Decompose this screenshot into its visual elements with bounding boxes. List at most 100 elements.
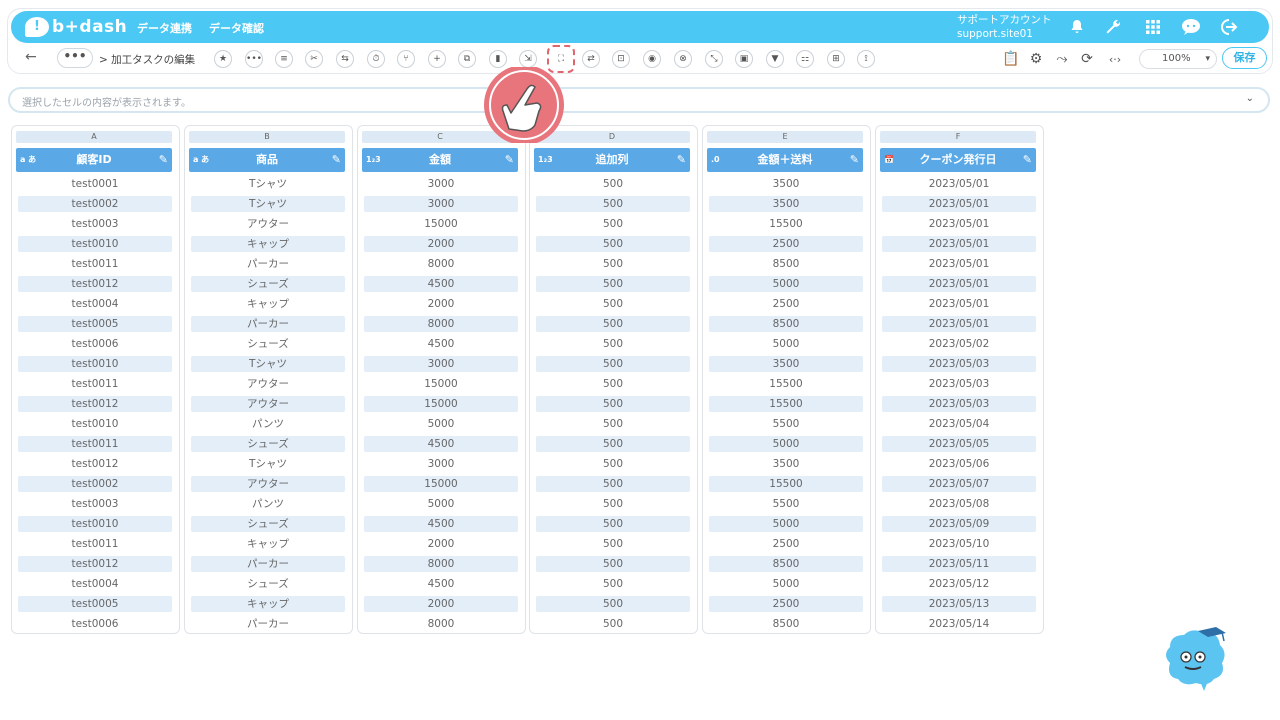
table-cell[interactable]: 15500 xyxy=(709,216,863,232)
table-cell[interactable]: test0002 xyxy=(18,196,172,212)
table-cell[interactable]: 2023/05/09 xyxy=(882,516,1036,532)
table-cell[interactable]: 5000 xyxy=(364,496,518,512)
grid-icon[interactable] xyxy=(1143,17,1163,37)
table-cell[interactable]: test0010 xyxy=(18,236,172,252)
table-cell[interactable]: 15000 xyxy=(364,396,518,412)
table-cell[interactable]: 2000 xyxy=(364,596,518,612)
table-cell[interactable]: 500 xyxy=(536,436,690,452)
table-cell[interactable]: 2000 xyxy=(364,236,518,252)
list-tool-icon[interactable]: ≡ xyxy=(275,50,293,68)
pencil-icon[interactable]: ✎ xyxy=(1023,148,1032,172)
table-cell[interactable]: パンツ xyxy=(191,496,345,512)
table-cell[interactable]: 2500 xyxy=(709,596,863,612)
table-cell[interactable]: test0006 xyxy=(18,336,172,352)
table-cell[interactable]: test0010 xyxy=(18,416,172,432)
more-menu-button[interactable]: ••• xyxy=(57,48,93,68)
table-cell[interactable]: シューズ xyxy=(191,516,345,532)
column-header[interactable]: 1₂3 追加列 ✎ xyxy=(534,148,690,172)
ellipsis-tool-icon[interactable]: ••• xyxy=(245,50,263,68)
table-cell[interactable]: 2023/05/07 xyxy=(882,476,1036,492)
copy-tool-icon[interactable]: ⧉ xyxy=(458,50,476,68)
repeat-tool-icon[interactable]: ⇄ xyxy=(582,50,600,68)
table-cell[interactable]: 2000 xyxy=(364,536,518,552)
table-cell[interactable]: アウター xyxy=(191,376,345,392)
table-cell[interactable]: 500 xyxy=(536,256,690,272)
pencil-icon[interactable]: ✎ xyxy=(505,148,514,172)
table-cell[interactable]: 500 xyxy=(536,296,690,312)
pencil-icon[interactable]: ✎ xyxy=(159,148,168,172)
table-cell[interactable]: 500 xyxy=(536,336,690,352)
fullscreen-tool-icon[interactable]: ⛶ xyxy=(547,45,575,73)
table-cell[interactable]: 2500 xyxy=(709,536,863,552)
table-cell[interactable]: キャップ xyxy=(191,596,345,612)
table-cell[interactable]: 2000 xyxy=(364,296,518,312)
pivot-tool-icon[interactable]: ⚏ xyxy=(796,50,814,68)
column-letter[interactable]: E xyxy=(707,131,863,143)
table-cell[interactable]: 2023/05/01 xyxy=(882,296,1036,312)
table-cell[interactable]: 500 xyxy=(536,196,690,212)
table-cell[interactable]: 3000 xyxy=(364,456,518,472)
cell-content-bar[interactable]: 選択したセルの内容が表示されます。 ⌄ xyxy=(8,87,1270,113)
table-cell[interactable]: 4500 xyxy=(364,576,518,592)
table-cell[interactable]: 500 xyxy=(536,596,690,612)
box-tool-icon[interactable]: ◉ xyxy=(643,50,661,68)
pencil-icon[interactable]: ✎ xyxy=(677,148,686,172)
table-cell[interactable]: 2023/05/01 xyxy=(882,176,1036,192)
lock-tool-icon[interactable]: ⊡ xyxy=(612,50,630,68)
table-cell[interactable]: 2023/05/10 xyxy=(882,536,1036,552)
table-cell[interactable]: 3000 xyxy=(364,196,518,212)
table-cell[interactable]: 15500 xyxy=(709,396,863,412)
table-cell[interactable]: 2023/05/11 xyxy=(882,556,1036,572)
table-cell[interactable]: test0005 xyxy=(18,316,172,332)
table-cell[interactable]: test0012 xyxy=(18,456,172,472)
table-cell[interactable]: 15000 xyxy=(364,476,518,492)
table-cell[interactable]: 2023/05/04 xyxy=(882,416,1036,432)
table-cell[interactable]: 5000 xyxy=(709,276,863,292)
table-cell[interactable]: 500 xyxy=(536,496,690,512)
table-cell[interactable]: test0002 xyxy=(18,476,172,492)
table-cell[interactable]: 500 xyxy=(536,276,690,292)
table-cell[interactable]: 5000 xyxy=(709,516,863,532)
table-cell[interactable]: test0003 xyxy=(18,216,172,232)
clipboard-icon[interactable]: 📋 xyxy=(1002,50,1020,68)
star-tool-icon[interactable]: ★ xyxy=(214,50,232,68)
column-header[interactable]: 1₂3 金額 ✎ xyxy=(362,148,518,172)
branch-tool-icon[interactable]: ⑂ xyxy=(397,50,415,68)
table-cell[interactable]: test0010 xyxy=(18,356,172,372)
table-cell[interactable]: 2023/05/03 xyxy=(882,396,1036,412)
table-cell[interactable]: アウター xyxy=(191,216,345,232)
table-cell[interactable]: キャップ xyxy=(191,296,345,312)
table-cell[interactable]: test0011 xyxy=(18,536,172,552)
table-cell[interactable]: パンツ xyxy=(191,416,345,432)
table-cell[interactable]: test0011 xyxy=(18,256,172,272)
chat-icon[interactable] xyxy=(1181,17,1201,37)
table-cell[interactable]: 2500 xyxy=(709,236,863,252)
table-cell[interactable]: 5500 xyxy=(709,496,863,512)
table-cell[interactable]: 3000 xyxy=(364,176,518,192)
timer-tool-icon[interactable]: ⏱ xyxy=(367,50,385,68)
column-header[interactable]: a あ 顧客ID ✎ xyxy=(16,148,172,172)
table-cell[interactable]: パーカー xyxy=(191,616,345,632)
table-cell[interactable]: 15500 xyxy=(709,476,863,492)
cancel-tool-icon[interactable]: ⊗ xyxy=(674,50,692,68)
table-cell[interactable]: test0001 xyxy=(18,176,172,192)
table-cell[interactable]: 4500 xyxy=(364,336,518,352)
table-cell[interactable]: 500 xyxy=(536,616,690,632)
column-header[interactable]: .0 金額＋送料 ✎ xyxy=(707,148,863,172)
nav-data-link[interactable]: データ連携 xyxy=(137,20,192,36)
transform-tool-icon[interactable]: ⤡ xyxy=(705,50,723,68)
split-tool-icon[interactable]: ⟟ xyxy=(857,50,875,68)
pencil-icon[interactable]: ✎ xyxy=(332,148,341,172)
table-cell[interactable]: キャップ xyxy=(191,536,345,552)
table-cell[interactable]: 8000 xyxy=(364,256,518,272)
table-cell[interactable]: Tシャツ xyxy=(191,196,345,212)
table-cell[interactable]: 4500 xyxy=(364,436,518,452)
table-cell[interactable]: 2023/05/01 xyxy=(882,316,1036,332)
table-cell[interactable]: 2023/05/14 xyxy=(882,616,1036,632)
table-cell[interactable]: シューズ xyxy=(191,336,345,352)
account-info[interactable]: サポートアカウント support.site01 xyxy=(957,13,1052,41)
table-cell[interactable]: test0012 xyxy=(18,556,172,572)
table-cell[interactable]: 8500 xyxy=(709,256,863,272)
bell-icon[interactable] xyxy=(1067,17,1087,37)
table-cell[interactable]: パーカー xyxy=(191,556,345,572)
